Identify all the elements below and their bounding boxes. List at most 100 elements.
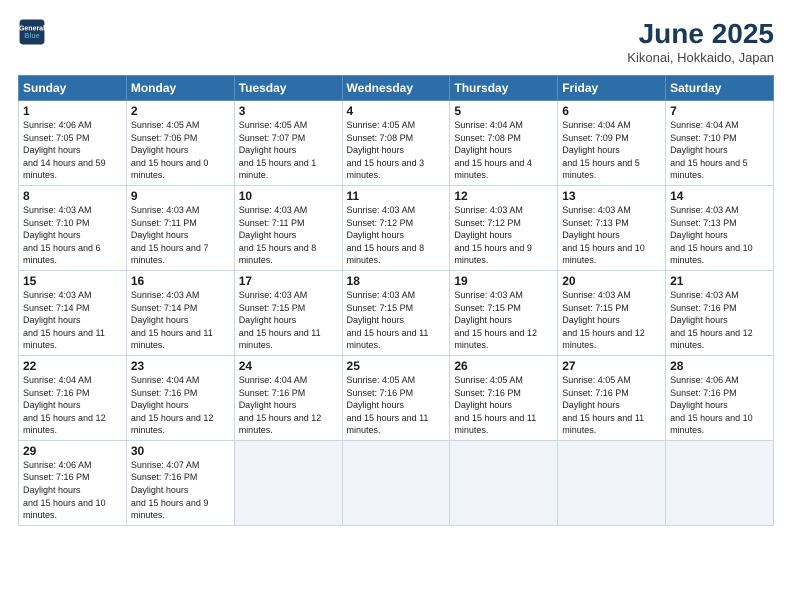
- day-cell-15: 15 Sunrise: 4:03 AM Sunset: 7:14 PM Dayl…: [19, 270, 127, 355]
- daylight-value: and 15 hours and 4 minutes.: [454, 158, 532, 181]
- day-number: 26: [454, 359, 553, 373]
- day-cell-14: 14 Sunrise: 4:03 AM Sunset: 7:13 PM Dayl…: [666, 185, 774, 270]
- sunset-text: Sunset: 7:09 PM: [562, 133, 629, 143]
- day-number: 16: [131, 274, 230, 288]
- daylight-label: Daylight hours: [239, 230, 297, 240]
- day-cell-2: 2 Sunrise: 4:05 AM Sunset: 7:06 PM Dayli…: [126, 101, 234, 186]
- day-number: 19: [454, 274, 553, 288]
- daylight-value: and 15 hours and 7 minutes.: [131, 243, 209, 266]
- sunset-text: Sunset: 7:05 PM: [23, 133, 90, 143]
- sunrise-text: Sunrise: 4:06 AM: [23, 460, 92, 470]
- day-cell-10: 10 Sunrise: 4:03 AM Sunset: 7:11 PM Dayl…: [234, 185, 342, 270]
- daylight-value: and 15 hours and 12 minutes.: [562, 328, 645, 351]
- sunrise-text: Sunrise: 4:03 AM: [23, 205, 92, 215]
- sunrise-text: Sunrise: 4:05 AM: [347, 375, 416, 385]
- sunset-text: Sunset: 7:16 PM: [131, 472, 198, 482]
- day-cell-25: 25 Sunrise: 4:05 AM Sunset: 7:16 PM Dayl…: [342, 355, 450, 440]
- day-number: 2: [131, 104, 230, 118]
- svg-text:General: General: [19, 25, 45, 32]
- daylight-label: Daylight hours: [23, 400, 81, 410]
- sunrise-text: Sunrise: 4:03 AM: [23, 290, 92, 300]
- sunset-text: Sunset: 7:11 PM: [131, 218, 197, 228]
- daylight-label: Daylight hours: [347, 315, 405, 325]
- daylight-label: Daylight hours: [670, 230, 728, 240]
- daylight-value: and 15 hours and 11 minutes.: [131, 328, 213, 351]
- day-cell-20: 20 Sunrise: 4:03 AM Sunset: 7:15 PM Dayl…: [558, 270, 666, 355]
- sunset-text: Sunset: 7:15 PM: [562, 303, 629, 313]
- empty-cell: [666, 440, 774, 525]
- day-number: 29: [23, 444, 122, 458]
- sunrise-text: Sunrise: 4:04 AM: [670, 120, 739, 130]
- sunset-text: Sunset: 7:14 PM: [131, 303, 198, 313]
- empty-cell: [342, 440, 450, 525]
- weekday-header-row: Sunday Monday Tuesday Wednesday Thursday…: [19, 76, 774, 101]
- calendar-week-4: 22 Sunrise: 4:04 AM Sunset: 7:16 PM Dayl…: [19, 355, 774, 440]
- day-cell-19: 19 Sunrise: 4:03 AM Sunset: 7:15 PM Dayl…: [450, 270, 558, 355]
- day-cell-29: 29 Sunrise: 4:06 AM Sunset: 7:16 PM Dayl…: [19, 440, 127, 525]
- sunrise-text: Sunrise: 4:03 AM: [347, 290, 416, 300]
- day-cell-1: 1 Sunrise: 4:06 AM Sunset: 7:05 PM Dayli…: [19, 101, 127, 186]
- daylight-value: and 15 hours and 10 minutes.: [562, 243, 645, 266]
- day-cell-23: 23 Sunrise: 4:04 AM Sunset: 7:16 PM Dayl…: [126, 355, 234, 440]
- day-number: 17: [239, 274, 338, 288]
- daylight-label: Daylight hours: [23, 230, 81, 240]
- sunrise-text: Sunrise: 4:06 AM: [670, 375, 739, 385]
- logo: General Blue: [18, 18, 46, 46]
- day-cell-9: 9 Sunrise: 4:03 AM Sunset: 7:11 PM Dayli…: [126, 185, 234, 270]
- sunrise-text: Sunrise: 4:06 AM: [23, 120, 92, 130]
- daylight-value: and 15 hours and 3 minutes.: [347, 158, 425, 181]
- day-number: 25: [347, 359, 446, 373]
- day-cell-27: 27 Sunrise: 4:05 AM Sunset: 7:16 PM Dayl…: [558, 355, 666, 440]
- sunrise-text: Sunrise: 4:03 AM: [454, 290, 523, 300]
- sunset-text: Sunset: 7:16 PM: [670, 303, 737, 313]
- daylight-value: and 15 hours and 12 minutes.: [23, 413, 106, 436]
- day-number: 10: [239, 189, 338, 203]
- sunset-text: Sunset: 7:13 PM: [562, 218, 629, 228]
- daylight-label: Daylight hours: [23, 485, 81, 495]
- sunrise-text: Sunrise: 4:05 AM: [454, 375, 523, 385]
- logo-icon: General Blue: [18, 18, 46, 46]
- day-cell-18: 18 Sunrise: 4:03 AM Sunset: 7:15 PM Dayl…: [342, 270, 450, 355]
- sunset-text: Sunset: 7:16 PM: [562, 388, 629, 398]
- sunrise-text: Sunrise: 4:03 AM: [239, 205, 308, 215]
- sunset-text: Sunset: 7:15 PM: [239, 303, 306, 313]
- day-number: 30: [131, 444, 230, 458]
- daylight-label: Daylight hours: [562, 315, 620, 325]
- daylight-value: and 15 hours and 11 minutes.: [562, 413, 644, 436]
- header-wednesday: Wednesday: [342, 76, 450, 101]
- sunset-text: Sunset: 7:16 PM: [454, 388, 521, 398]
- sunset-text: Sunset: 7:10 PM: [670, 133, 737, 143]
- daylight-label: Daylight hours: [454, 315, 512, 325]
- daylight-label: Daylight hours: [454, 230, 512, 240]
- daylight-value: and 15 hours and 12 minutes.: [131, 413, 214, 436]
- day-cell-8: 8 Sunrise: 4:03 AM Sunset: 7:10 PM Dayli…: [19, 185, 127, 270]
- sunset-text: Sunset: 7:14 PM: [23, 303, 90, 313]
- day-cell-13: 13 Sunrise: 4:03 AM Sunset: 7:13 PM Dayl…: [558, 185, 666, 270]
- month-title: June 2025: [627, 18, 774, 50]
- day-number: 15: [23, 274, 122, 288]
- sunrise-text: Sunrise: 4:04 AM: [23, 375, 92, 385]
- daylight-value: and 15 hours and 10 minutes.: [23, 498, 106, 521]
- daylight-value: and 15 hours and 11 minutes.: [23, 328, 105, 351]
- daylight-value: and 15 hours and 8 minutes.: [239, 243, 317, 266]
- daylight-label: Daylight hours: [23, 315, 81, 325]
- sunrise-text: Sunrise: 4:04 AM: [562, 120, 631, 130]
- day-number: 13: [562, 189, 661, 203]
- sunset-text: Sunset: 7:15 PM: [454, 303, 521, 313]
- day-cell-28: 28 Sunrise: 4:06 AM Sunset: 7:16 PM Dayl…: [666, 355, 774, 440]
- sunset-text: Sunset: 7:08 PM: [454, 133, 521, 143]
- day-cell-4: 4 Sunrise: 4:05 AM Sunset: 7:08 PM Dayli…: [342, 101, 450, 186]
- empty-cell: [450, 440, 558, 525]
- daylight-label: Daylight hours: [454, 400, 512, 410]
- header-monday: Monday: [126, 76, 234, 101]
- daylight-value: and 15 hours and 11 minutes.: [454, 413, 536, 436]
- sunset-text: Sunset: 7:13 PM: [670, 218, 737, 228]
- sunset-text: Sunset: 7:08 PM: [347, 133, 414, 143]
- day-number: 20: [562, 274, 661, 288]
- day-number: 27: [562, 359, 661, 373]
- day-cell-24: 24 Sunrise: 4:04 AM Sunset: 7:16 PM Dayl…: [234, 355, 342, 440]
- svg-text:Blue: Blue: [24, 33, 39, 40]
- day-number: 11: [347, 189, 446, 203]
- daylight-value: and 15 hours and 11 minutes.: [347, 413, 429, 436]
- day-number: 18: [347, 274, 446, 288]
